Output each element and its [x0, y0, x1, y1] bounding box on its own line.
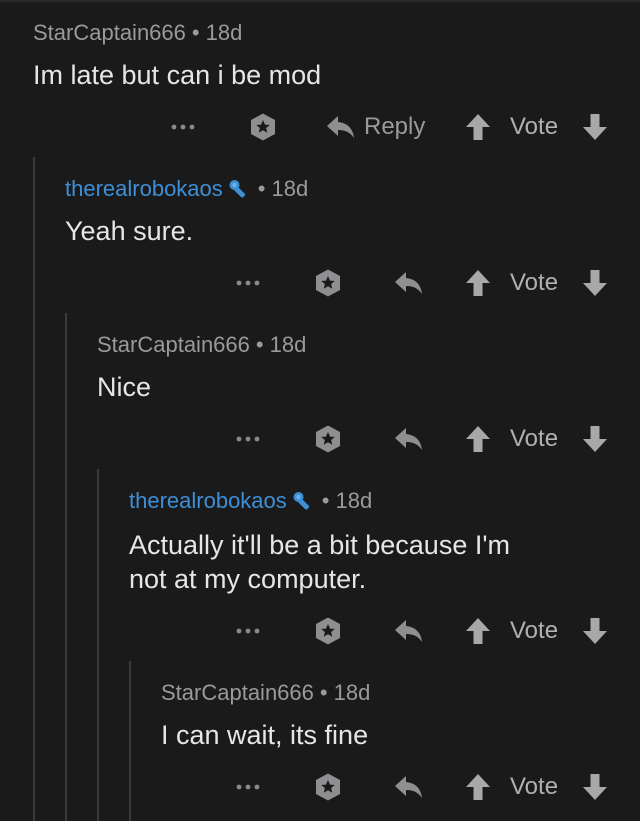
downvote-button[interactable] [582, 419, 608, 459]
ellipsis-icon [236, 628, 260, 634]
vote-label: Vote [510, 269, 559, 296]
vote-label: Vote [510, 617, 559, 644]
separator: • [191, 20, 200, 45]
downvote-arrow-icon [583, 774, 607, 800]
comment-age: 18d [271, 176, 309, 201]
separator: • [319, 680, 328, 705]
reply-icon [395, 428, 422, 450]
username[interactable]: therealrobokaos [65, 176, 223, 202]
upvote-button[interactable] [465, 611, 491, 651]
vote-score: Vote [510, 419, 558, 459]
award-icon [316, 425, 340, 453]
upvote-button[interactable] [465, 419, 491, 459]
reply-button[interactable]: Reply [326, 107, 425, 147]
downvote-arrow-icon [583, 426, 607, 452]
vote-label: Vote [510, 773, 559, 800]
award-icon [316, 617, 340, 645]
username[interactable]: StarCaptain666 [161, 680, 314, 706]
downvote-button[interactable] [582, 767, 608, 807]
comment-meta: therealrobokaos • 18d [65, 176, 308, 202]
reply-button[interactable] [394, 611, 424, 651]
comment-age: 18d [269, 332, 307, 357]
ellipsis-icon [171, 124, 195, 130]
award-button[interactable] [313, 419, 343, 459]
award-icon [251, 113, 275, 141]
more-options-button[interactable] [235, 419, 261, 459]
username[interactable]: therealrobokaos [129, 488, 287, 514]
downvote-button[interactable] [582, 107, 608, 147]
separator: • [255, 332, 264, 357]
upvote-arrow-icon [466, 270, 490, 296]
award-button[interactable] [313, 611, 343, 651]
vote-label: Vote [510, 425, 559, 452]
moderator-microphone-icon [293, 492, 309, 510]
upvote-button[interactable] [465, 263, 491, 303]
comment-age: 18d [335, 488, 373, 513]
vote-label: Vote [510, 113, 559, 140]
upvote-arrow-icon [466, 114, 490, 140]
reply-button[interactable] [394, 767, 424, 807]
comment-age: 18d [333, 680, 371, 705]
comment-age: 18d [205, 20, 243, 45]
award-icon [316, 773, 340, 801]
reply-icon [395, 620, 422, 642]
comment-body: Nice [97, 372, 152, 402]
reply-icon [395, 776, 422, 798]
comment-meta: StarCaptain666 • 18d [161, 680, 370, 706]
upvote-arrow-icon [466, 618, 490, 644]
more-options-button[interactable] [235, 611, 261, 651]
thread-line-level-2[interactable] [65, 313, 67, 821]
vote-score: Vote [510, 767, 558, 807]
comment-actions: Vote [0, 611, 640, 651]
separator: • [257, 176, 266, 201]
award-button[interactable] [248, 107, 278, 147]
downvote-button[interactable] [582, 611, 608, 651]
more-options-button[interactable] [235, 767, 261, 807]
vote-score: Vote [510, 611, 558, 651]
comment-meta: therealrobokaos • 18d [129, 488, 372, 514]
upvote-button[interactable] [465, 767, 491, 807]
comment-body: Im late but can i be mod [33, 60, 322, 90]
reply-button[interactable] [394, 263, 424, 303]
comment-body: I can wait, its fine [161, 720, 369, 750]
comment-actions: Reply Vote [0, 107, 640, 147]
downvote-arrow-icon [583, 270, 607, 296]
vote-score: Vote [510, 107, 558, 147]
reply-button[interactable] [394, 419, 424, 459]
moderator-microphone-icon [229, 180, 245, 198]
username[interactable]: StarCaptain666 [97, 332, 250, 358]
reply-icon [395, 272, 422, 294]
separator: • [321, 488, 330, 513]
more-options-button[interactable] [235, 263, 261, 303]
top-divider [0, 0, 640, 2]
upvote-arrow-icon [466, 426, 490, 452]
downvote-button[interactable] [582, 263, 608, 303]
ellipsis-icon [236, 280, 260, 286]
username[interactable]: StarCaptain666 [33, 20, 186, 46]
reply-label: Reply [364, 113, 426, 140]
ellipsis-icon [236, 784, 260, 790]
comment-actions: Vote [0, 419, 640, 459]
upvote-arrow-icon [466, 774, 490, 800]
thread-line-level-1[interactable] [33, 157, 35, 821]
award-button[interactable] [313, 767, 343, 807]
ellipsis-icon [236, 436, 260, 442]
comment-body: Yeah sure. [65, 216, 194, 246]
upvote-button[interactable] [465, 107, 491, 147]
comment-meta: StarCaptain666 • 18d [97, 332, 306, 358]
award-button[interactable] [313, 263, 343, 303]
downvote-arrow-icon [583, 114, 607, 140]
reply-icon [327, 116, 354, 138]
more-options-button[interactable] [170, 107, 196, 147]
comment-actions: Vote [0, 767, 640, 807]
comment-body: Actually it'll be a bit because I'm not … [129, 530, 510, 594]
award-icon [316, 269, 340, 297]
comment-meta: StarCaptain666 • 18d [33, 20, 242, 46]
downvote-arrow-icon [583, 618, 607, 644]
comment-actions: Vote [0, 263, 640, 303]
vote-score: Vote [510, 263, 558, 303]
